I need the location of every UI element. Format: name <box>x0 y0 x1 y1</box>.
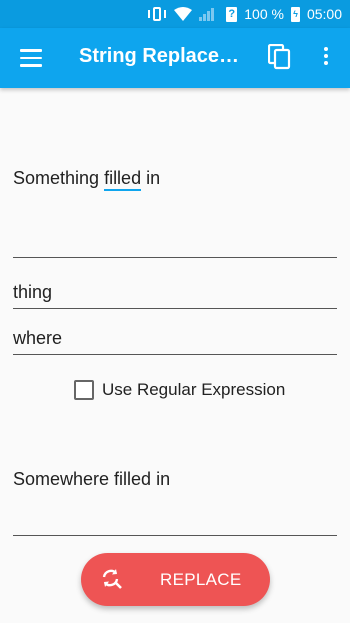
replace-field[interactable]: where <box>13 328 337 355</box>
replace-label: REPLACE <box>160 570 242 589</box>
app-bar: String Replace… <box>0 28 350 88</box>
sim-icon: ? <box>226 6 238 22</box>
status-bar: ? 100 % ϟ 05:00 <box>0 0 350 28</box>
copy-icon[interactable] <box>268 44 292 70</box>
regex-label: Use Regular Expression <box>102 380 286 399</box>
input-text-before: Something <box>13 168 105 188</box>
app-title: String Replace… <box>79 45 240 67</box>
wifi-icon <box>174 7 193 21</box>
signal-icon <box>199 7 219 21</box>
replace-button[interactable]: REPLACE <box>81 553 270 606</box>
menu-icon[interactable] <box>20 49 42 67</box>
result-underline <box>13 535 337 536</box>
replace-icon <box>102 569 122 589</box>
overflow-menu-icon[interactable] <box>318 47 334 69</box>
input-underline <box>13 257 337 258</box>
find-field[interactable]: thing <box>13 282 337 309</box>
clock: 05:00 <box>306 6 342 22</box>
input-text-highlight: filled <box>104 168 142 191</box>
input-text-after: in <box>141 168 161 188</box>
regex-option[interactable]: Use Regular Expression <box>74 380 285 400</box>
input-text-field[interactable]: Something filled in <box>13 168 161 191</box>
battery-percent: 100 % <box>244 6 284 22</box>
result-text: Somewhere filled in <box>13 469 171 489</box>
vibrate-icon <box>147 7 167 21</box>
regex-checkbox[interactable] <box>74 380 94 400</box>
battery-icon: ϟ <box>290 6 300 22</box>
